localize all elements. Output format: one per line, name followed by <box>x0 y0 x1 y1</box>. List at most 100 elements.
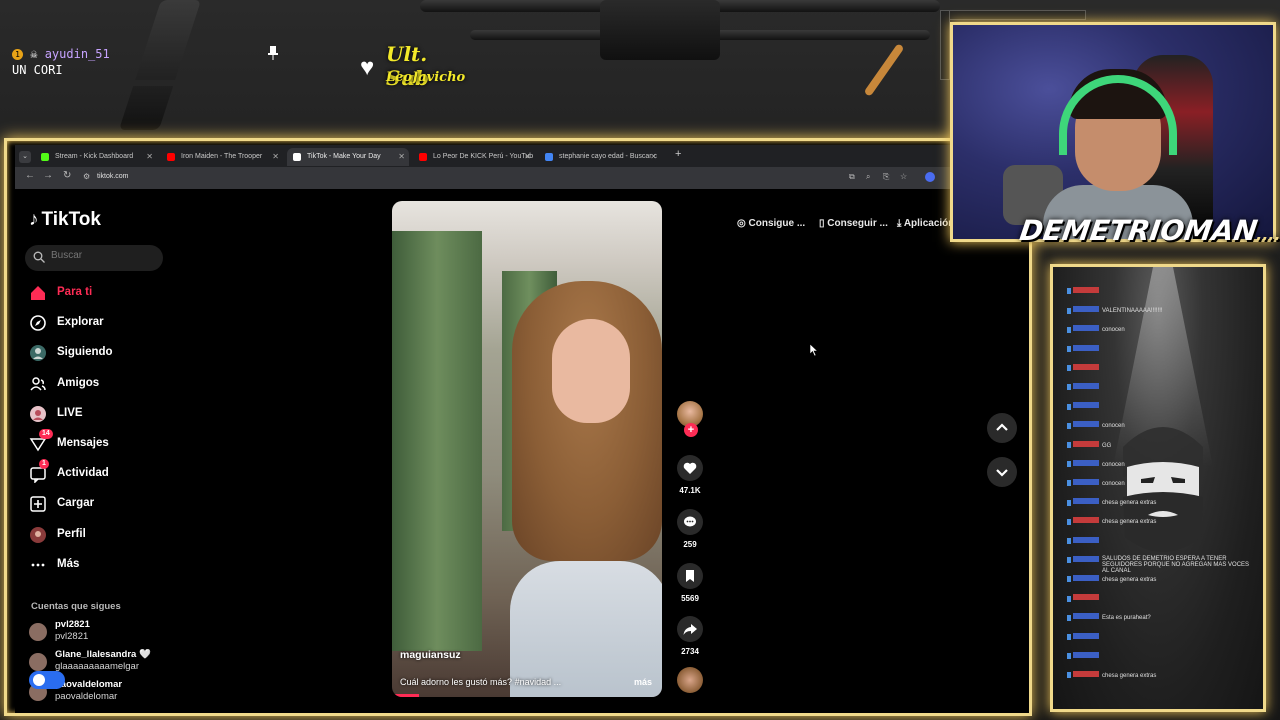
sidebar-item-label: Más <box>57 557 80 570</box>
new-tab-button[interactable]: + <box>675 148 681 160</box>
tab-label: Lo Peor De KICK Perú - YouTub <box>433 153 534 160</box>
home-icon <box>31 286 45 300</box>
get-app-button[interactable]: ▯ Conseguir ... <box>819 211 888 237</box>
music-disc[interactable] <box>677 667 703 693</box>
close-tab-icon[interactable]: ✕ <box>524 148 531 166</box>
extension-icon[interactable] <box>925 172 935 182</box>
following-account[interactable]: pvl2821 pvl2821 <box>29 619 189 645</box>
browser-tab[interactable]: Iron Maiden - The Trooper ✕ <box>161 148 283 166</box>
like-action[interactable]: 47.1K <box>675 455 705 495</box>
browser-capture: ⌄ Stream - Kick Dashboard ✕ Iron Maiden - … <box>4 138 1032 716</box>
last-sub-name: LeoJavicho <box>386 70 466 85</box>
like-count: 47.1K <box>679 486 701 495</box>
tab-favicon-icon <box>545 153 553 161</box>
caption-more-link[interactable]: más <box>634 677 652 687</box>
chat-message: chesa genera extras <box>1067 671 1156 679</box>
back-icon[interactable]: ← <box>25 170 35 181</box>
following-icon <box>30 345 46 362</box>
chat-username[interactable] <box>1073 632 1099 639</box>
floating-app-button[interactable] <box>29 671 65 689</box>
chat-username[interactable] <box>1073 671 1099 677</box>
chat-username[interactable] <box>1073 575 1099 581</box>
chat-username[interactable] <box>1073 479 1099 485</box>
browser-tab[interactable]: Stream - Kick Dashboard ✕ <box>35 148 157 166</box>
tab-label: Stream - Kick Dashboard <box>55 153 134 160</box>
reload-icon[interactable]: ↻ <box>63 170 71 181</box>
chat-username[interactable] <box>1073 594 1099 601</box>
comment-action[interactable]: 259 <box>675 509 705 549</box>
browser-tab[interactable]: Lo Peor De KICK Perú - YouTub ✕ <box>413 148 535 166</box>
install-icon[interactable]: ⎘ <box>883 172 893 182</box>
browser-tab[interactable]: stephanie cayo edad - Buscar c ✕ <box>539 148 661 166</box>
tiktok-logo[interactable]: ♪ TikTok <box>29 209 101 231</box>
sidebar-item-more[interactable]: Más <box>29 555 169 577</box>
sidebar-item-following[interactable]: Siguiendo <box>29 343 169 365</box>
chat-message: conocen <box>1067 325 1125 333</box>
share-action[interactable]: 2734 <box>675 616 705 656</box>
chat-username[interactable] <box>1073 555 1099 562</box>
chat-badge-icon <box>1067 576 1071 583</box>
following-section-title: Cuentas que sigues <box>31 601 121 612</box>
save-action[interactable]: 5569 <box>675 563 705 603</box>
chat-username[interactable] <box>1073 459 1099 466</box>
search-box[interactable] <box>25 245 163 271</box>
chat-username[interactable] <box>1073 498 1099 505</box>
chat-username[interactable] <box>1073 421 1099 428</box>
chat-message: chesa genera extras <box>1067 517 1156 525</box>
chat-username[interactable] <box>1073 287 1099 293</box>
chat-username[interactable] <box>1073 517 1099 524</box>
chat-username[interactable] <box>1073 651 1099 658</box>
bg-pipe <box>118 0 202 130</box>
close-tab-icon[interactable]: ✕ <box>650 148 657 166</box>
next-video-button[interactable] <box>987 457 1017 487</box>
close-tab-icon[interactable]: ✕ <box>146 148 153 166</box>
bookmark-star-icon[interactable]: ☆ <box>900 172 910 182</box>
url-text[interactable]: tiktok.com <box>97 173 129 180</box>
chat-badge-icon <box>1067 634 1071 641</box>
site-info-icon[interactable]: ⚙ <box>83 172 90 181</box>
upload-icon <box>30 496 46 513</box>
tab-search-button[interactable]: ⌄ <box>19 151 31 163</box>
avatar <box>29 623 47 641</box>
alert-message: UN CORI <box>12 63 63 77</box>
download-app-button[interactable]: ⤓ Aplicación <box>897 211 954 237</box>
video-progress-bar[interactable] <box>392 694 419 697</box>
sidebar-item-messages[interactable]: 14 Mensajes <box>29 429 169 456</box>
bg-light <box>863 43 905 97</box>
video-player[interactable]: maguiansuz Cuál adorno les gustó más? #n… <box>392 201 662 697</box>
sidebar-item-friends[interactable]: Amigos <box>29 374 169 396</box>
video-author[interactable]: maguiansuz <box>400 649 461 661</box>
zoom-icon[interactable]: ⌕ <box>866 172 876 182</box>
sidebar-item-upload[interactable]: Cargar <box>29 494 169 516</box>
sidebar-item-profile[interactable]: Perfil <box>29 525 169 547</box>
compass-icon <box>30 315 46 331</box>
chat-username[interactable] <box>1073 363 1099 370</box>
chat-badge-icon <box>1067 499 1071 506</box>
chat-username[interactable] <box>1073 536 1099 543</box>
close-tab-icon[interactable]: ✕ <box>398 148 405 166</box>
translate-icon[interactable]: ⧉ <box>849 172 859 182</box>
sidebar-item-live[interactable]: LIVE <box>29 404 169 426</box>
follow-plus-button[interactable]: + <box>684 423 698 437</box>
chat-username[interactable] <box>1073 306 1099 313</box>
search-input[interactable] <box>51 250 151 261</box>
chat-username[interactable] <box>1073 344 1099 351</box>
browser-tab[interactable]: TikTok - Make Your Day ✕ <box>287 148 409 166</box>
alert-username: ayudin_51 <box>44 47 110 61</box>
close-tab-icon[interactable]: ✕ <box>272 148 279 166</box>
sidebar-item-home[interactable]: Para ti <box>29 283 169 305</box>
chat-badge-icon <box>1067 518 1071 525</box>
chat-username[interactable] <box>1073 402 1099 409</box>
previous-video-button[interactable] <box>987 413 1017 443</box>
sidebar-item-activity[interactable]: 1 Actividad <box>29 459 169 486</box>
chat-username[interactable] <box>1073 613 1099 620</box>
chat-text: conocen <box>1102 461 1125 468</box>
chat-username[interactable] <box>1073 383 1099 389</box>
get-coins-button[interactable]: ◎ Consigue ... <box>737 211 805 237</box>
sidebar-item-label: Actividad <box>57 467 109 480</box>
sidebar-item-compass[interactable]: Explorar <box>29 313 169 335</box>
chat-username[interactable] <box>1073 440 1099 447</box>
forward-icon[interactable]: → <box>43 170 53 181</box>
address-bar: ← → ↻ ⚙ tiktok.com ⧉ ⌕ ⎘ ☆ <box>15 167 1029 189</box>
chat-username[interactable] <box>1073 325 1099 332</box>
